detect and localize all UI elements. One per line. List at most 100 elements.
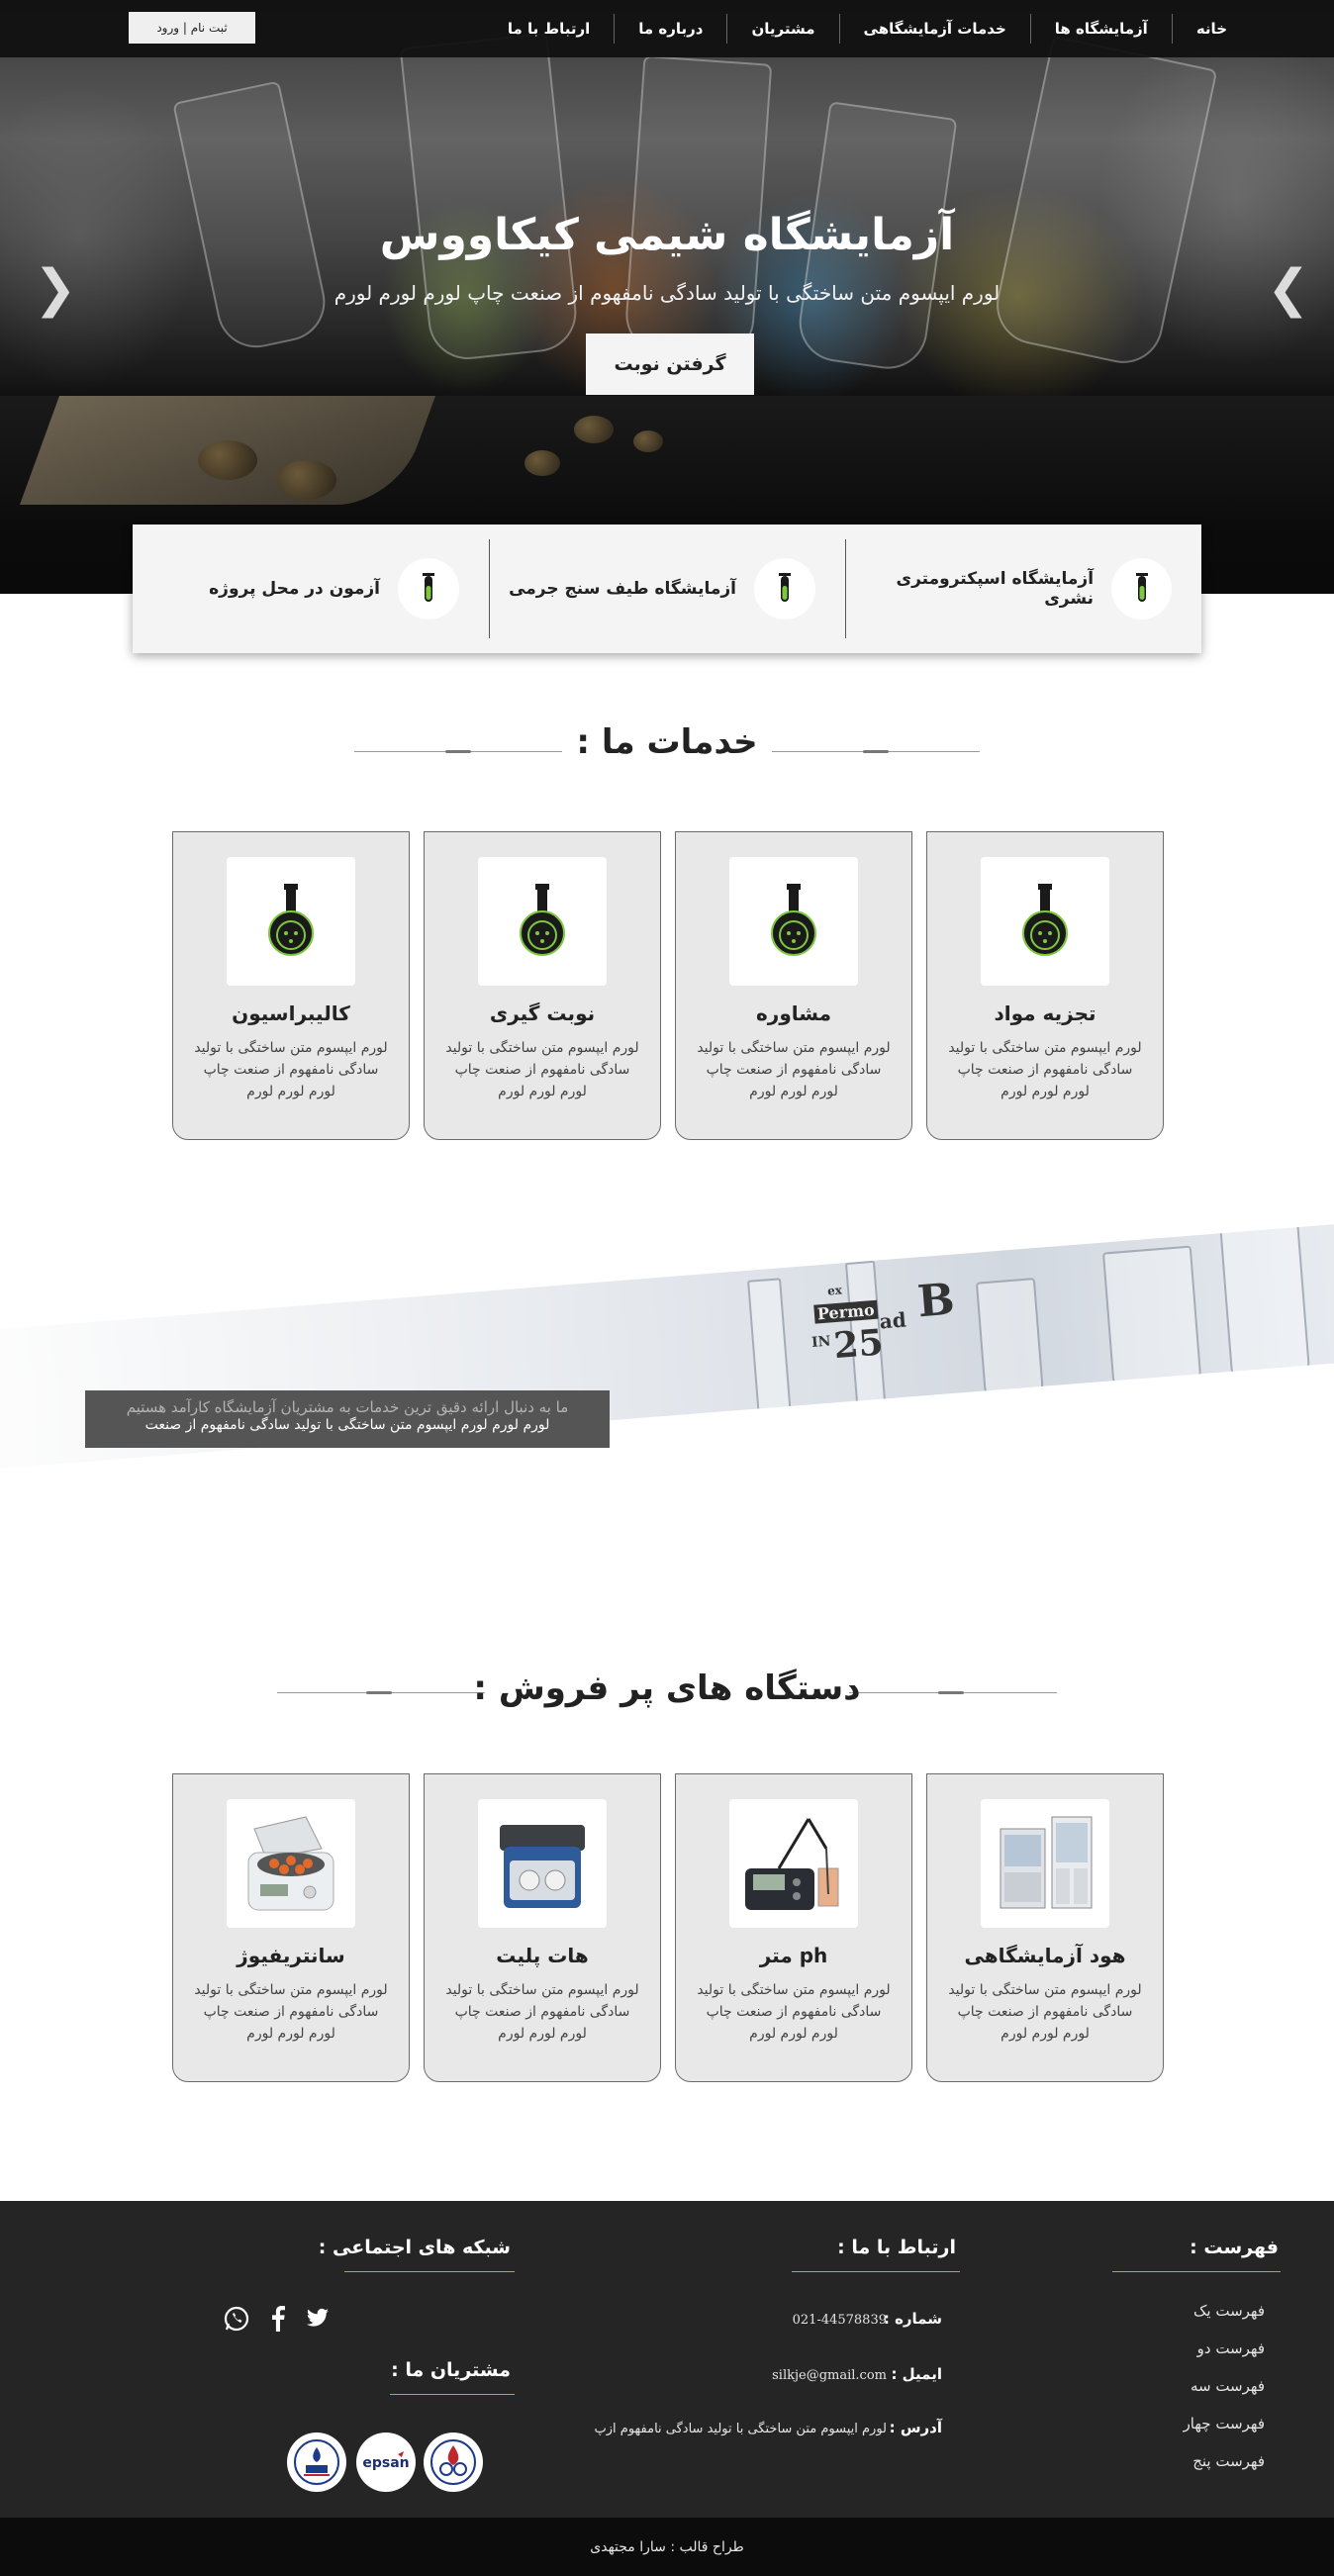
photo-label: ex xyxy=(826,1283,843,1298)
service-card[interactable]: نوبت گیری لورم ایپسوم متن ساختگی با تولی… xyxy=(424,831,661,1140)
footer-menu-link[interactable]: فهرست چهار xyxy=(1184,2415,1265,2433)
pill-decoration xyxy=(277,460,336,500)
nav-item-customers[interactable]: مشتریان xyxy=(726,14,838,44)
test-tube-icon xyxy=(1111,558,1172,620)
service-card[interactable]: تجزیه مواد لورم ایپسوم متن ساختگی با تول… xyxy=(926,831,1164,1140)
pill-decoration xyxy=(198,440,257,480)
beaker-decoration xyxy=(1218,1222,1312,1391)
footer-title-underline xyxy=(792,2271,960,2272)
service-text: لورم ایپسوم متن ساختگی با تولید سادگی نا… xyxy=(445,1040,639,1099)
ph-meter-icon xyxy=(729,1799,858,1928)
hero-title: آزمایشگاه شیمی کیکاووس xyxy=(379,210,955,260)
photo-label: IN xyxy=(810,1333,832,1351)
service-text: لورم ایپسوم متن ساختگی با تولید سادگی نا… xyxy=(194,1040,388,1099)
nav-item-services[interactable]: خدمات آزمایشگاهی xyxy=(838,14,1030,44)
nav-item-contact[interactable]: ارتباط با ما xyxy=(484,14,614,44)
product-text: لورم ایپسوم متن ساختگی با تولید سادگی نا… xyxy=(445,1982,639,2042)
copyright-bar: طراح قالب : سارا مجتهدی xyxy=(0,2518,1334,2576)
lab-label: آزمون در محل پروژه xyxy=(209,579,380,599)
product-text: لورم ایپسوم متن ساختگی با تولید سادگی نا… xyxy=(948,1982,1142,2042)
designer-credit: طراح قالب : سارا مجتهدی xyxy=(590,2538,744,2555)
lab-label: آزمایشگاه طیف سنج جرمی xyxy=(509,579,736,599)
test-tube-decoration xyxy=(747,1278,793,1429)
footer-menu-title: فهرست : xyxy=(1190,2237,1279,2258)
lab-item[interactable]: آزمایشگاه اسپکترومتری نشری xyxy=(845,525,1201,653)
address-value: لورم ایپسوم متن ساختگی با تولید سادگی نا… xyxy=(594,2422,887,2436)
service-text: لورم ایپسوم متن ساختگی با تولید سادگی نا… xyxy=(697,1040,891,1099)
nav-item-about[interactable]: درباره ما xyxy=(614,14,726,44)
hot-plate-icon xyxy=(478,1799,607,1928)
pill-decoration xyxy=(574,416,614,443)
lab-item[interactable]: آزمون در محل پروژه xyxy=(133,525,489,653)
beaker-decoration xyxy=(975,1278,1045,1411)
address-label: آدرس : xyxy=(889,2419,942,2436)
nav-item-home[interactable]: خانه xyxy=(1171,14,1227,44)
banner-caption: ما به دنبال ارائه دقیق ترین خدمات به مشت… xyxy=(85,1390,610,1448)
product-card[interactable]: ph متر لورم ایپسوم متن ساختگی با تولید س… xyxy=(675,1773,912,2082)
service-title: نوبت گیری xyxy=(489,1002,596,1025)
lab-item[interactable]: آزمایشگاه طیف سنج جرمی xyxy=(489,525,845,653)
flask-icon xyxy=(227,857,355,986)
email-value[interactable]: silkje@gmail.com xyxy=(772,2368,887,2383)
service-text: لورم ایپسوم متن ساختگی با تولید سادگی نا… xyxy=(948,1040,1142,1099)
footer-clients-title: مشتریان ما : xyxy=(391,2359,511,2381)
test-tube-icon xyxy=(754,558,815,620)
footer-title-underline xyxy=(1112,2271,1281,2272)
service-card[interactable]: کالیبراسیون لورم ایپسوم متن ساختگی با تو… xyxy=(172,831,410,1140)
footer-menu-link[interactable]: فهرست دو xyxy=(1197,2339,1265,2357)
beaker-decoration xyxy=(1101,1245,1203,1401)
photo-label: ad xyxy=(878,1307,907,1334)
footer xyxy=(0,2201,1334,2518)
pill-decoration xyxy=(524,450,560,476)
footer-title-underline xyxy=(390,2394,515,2395)
top-navbar: خانه آزمایشگاه ها خدمات آزمایشگاهی مشتری… xyxy=(0,0,1334,57)
lab-label: آزمایشگاه اسپکترومتری نشری xyxy=(896,569,1095,609)
labs-bar: آزمایشگاه اسپکترومتری نشری آزمایشگاه طیف… xyxy=(133,525,1201,653)
whatsapp-icon[interactable] xyxy=(224,2306,249,2332)
product-title: سانتریفیوژ xyxy=(237,1944,345,1967)
flask-decoration xyxy=(622,54,773,361)
service-card[interactable]: مشاوره لورم ایپسوم متن ساختگی با تولید س… xyxy=(675,831,912,1140)
footer-contact-title: ارتباط با ما : xyxy=(837,2237,956,2258)
oil-company-logo-icon[interactable] xyxy=(287,2433,346,2492)
facebook-icon[interactable] xyxy=(265,2306,291,2332)
footer-menu-link[interactable]: فهرست سه xyxy=(1191,2377,1265,2395)
twitter-icon[interactable] xyxy=(305,2306,331,2332)
nav-item-labs[interactable]: آزمایشگاه ها xyxy=(1029,14,1172,44)
email-label: ایمیل : xyxy=(891,2365,942,2383)
services-title: خدمات ما : xyxy=(576,722,758,762)
refinery-logo-icon[interactable] xyxy=(424,2433,483,2492)
nav-menu: خانه آزمایشگاه ها خدمات آزمایشگاهی مشتری… xyxy=(484,0,1227,57)
product-title: هود آزمایشگاهی xyxy=(964,1944,1126,1967)
flask-icon xyxy=(729,857,858,986)
book-appointment-button[interactable]: گرفتن نوبت xyxy=(586,334,754,395)
banner-ghost-text: ما به دنبال ارائه دقیق ترین خدمات به مشت… xyxy=(126,1398,569,1416)
epsan-logo-icon[interactable]: epsan xyxy=(356,2433,416,2492)
test-tube-icon xyxy=(398,558,459,620)
service-title: مشاوره xyxy=(756,1002,831,1025)
epsan-logo-text: epsan xyxy=(362,2455,409,2471)
product-text: لورم ایپسوم متن ساختگی با تولید سادگی نا… xyxy=(194,1982,388,2042)
product-text: لورم ایپسوم متن ساختگی با تولید سادگی نا… xyxy=(697,1982,891,2042)
centrifuge-icon xyxy=(227,1799,355,1928)
product-card[interactable]: سانتریفیوژ لورم ایپسوم متن ساختگی با تول… xyxy=(172,1773,410,2082)
banner-text: لورم لورم لورم ایپسوم متن ساختگی با تولی… xyxy=(144,1417,550,1433)
product-card[interactable]: هود آزمایشگاهی لورم ایپسوم متن ساختگی با… xyxy=(926,1773,1164,2082)
footer-social-title: شبکه های اجتماعی : xyxy=(318,2237,511,2258)
products-title: دستگاه های پر فروش : xyxy=(473,1669,861,1708)
phone-label: شماره : xyxy=(883,2310,942,2328)
flask-icon xyxy=(981,857,1109,986)
footer-menu-link[interactable]: فهرست پنج xyxy=(1192,2452,1265,2470)
product-title: هات پلیت xyxy=(496,1944,589,1967)
product-card[interactable]: هات پلیت لورم ایپسوم متن ساختگی با تولید… xyxy=(424,1773,661,2082)
footer-menu-link[interactable]: فهرست یک xyxy=(1193,2302,1265,2320)
photo-label: 25 xyxy=(831,1321,886,1368)
service-title: کالیبراسیون xyxy=(232,1002,350,1025)
fume-hood-icon xyxy=(981,1799,1109,1928)
hero-subtitle: لورم ایپسوم متن ساختگی با تولید سادگی نا… xyxy=(334,281,1000,305)
login-register-button[interactable]: ثبت نام | ورود xyxy=(129,12,255,44)
flask-icon xyxy=(478,857,607,986)
footer-title-underline xyxy=(344,2271,515,2272)
photo-label: B xyxy=(915,1274,957,1328)
phone-value: 021-44578839 xyxy=(792,2313,887,2328)
